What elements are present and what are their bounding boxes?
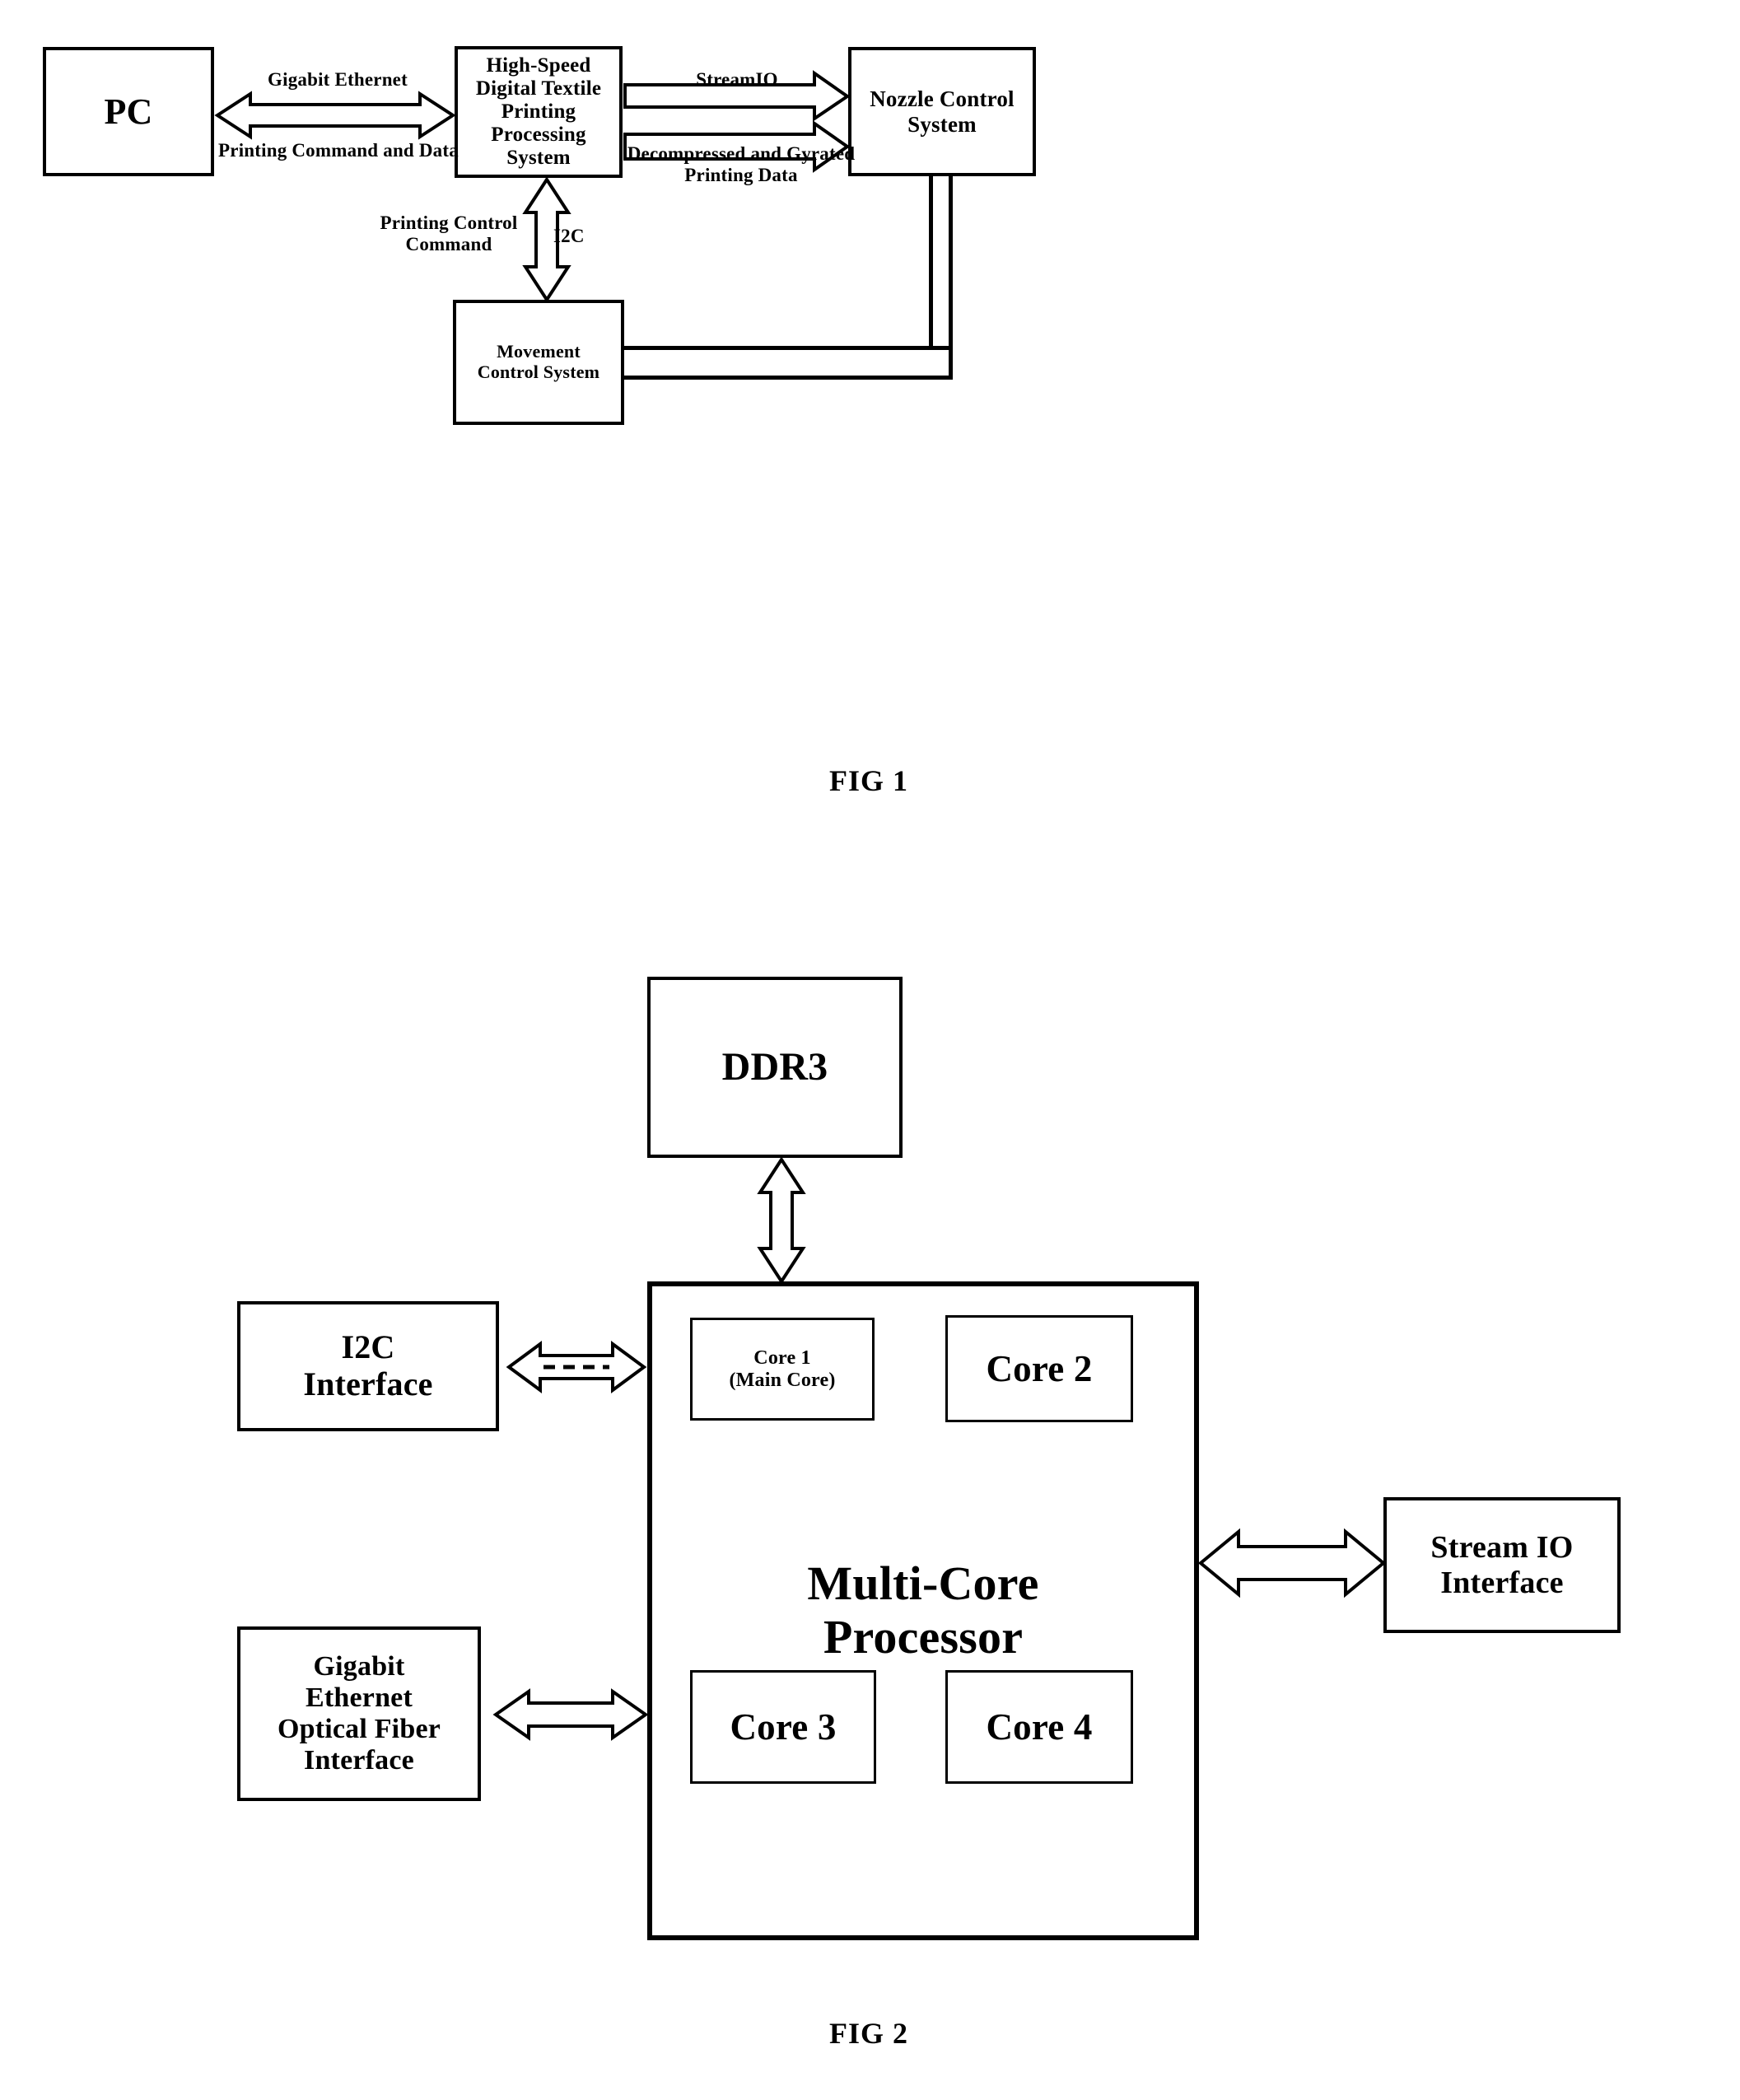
figure2-arrow-ddr3-processor (757, 1156, 806, 1285)
figure1-box-processing-system: High-Speed Digital Textile Printing Proc… (455, 46, 623, 178)
figure1-label-gigabit-ethernet: Gigabit Ethernet (268, 69, 408, 90)
figure1-connector-movement-nozzle-upper-vertical (929, 176, 933, 350)
figure1-label-printing-control-command: Printing Control Command (380, 212, 518, 254)
figure1-label-printing-command-and-data: Printing Command and Data (218, 140, 459, 161)
figure2-arrow-processor-streamio (1197, 1528, 1387, 1598)
patent-drawing-sheet: PC High-Speed Digital Textile Printing P… (0, 0, 1740, 2100)
figure2-box-core2: Core 2 (945, 1315, 1133, 1422)
figure2-box-i2c-interface: I2C Interface (237, 1301, 499, 1431)
figure1-connector-movement-nozzle-lower (623, 376, 953, 380)
figure2-arrow-gigabit-processor (492, 1688, 649, 1741)
figure1-box-nozzle-control: Nozzle Control System (848, 47, 1036, 176)
figure2-box-core1: Core 1 (Main Core) (690, 1318, 875, 1421)
figure1-box-pc: PC (43, 47, 214, 176)
figure1-connector-movement-nozzle-lower-vertical (949, 176, 953, 380)
figure2-box-ddr3: DDR3 (647, 977, 903, 1158)
figure1-arrow-pc-processing (214, 91, 456, 140)
figure2-box-core3: Core 3 (690, 1670, 876, 1784)
figure2-box-gigabit-interface: Gigabit Ethernet Optical Fiber Interface (237, 1626, 481, 1801)
figure1-label-stream-io: StreamIO (696, 69, 778, 90)
figure1-caption: FIG 1 (828, 764, 908, 797)
figure1-label-decompressed-gyrated: Decompressed and Gyrated Printing Data (627, 143, 856, 185)
figure2-box-core4: Core 4 (945, 1670, 1133, 1784)
figure2-box-stream-io-interface: Stream IO Interface (1383, 1497, 1621, 1633)
figure1-connector-movement-nozzle-upper (623, 346, 953, 350)
figure2-caption: FIG 2 (828, 2017, 908, 2050)
figure1-label-i2c: I2C (553, 226, 585, 246)
figure1-box-movement-control: Movement Control System (453, 300, 624, 425)
figure2-processor-label: Multi-Core Processor (807, 1556, 1039, 1664)
figure2-arrow-i2c-processor (506, 1341, 647, 1393)
